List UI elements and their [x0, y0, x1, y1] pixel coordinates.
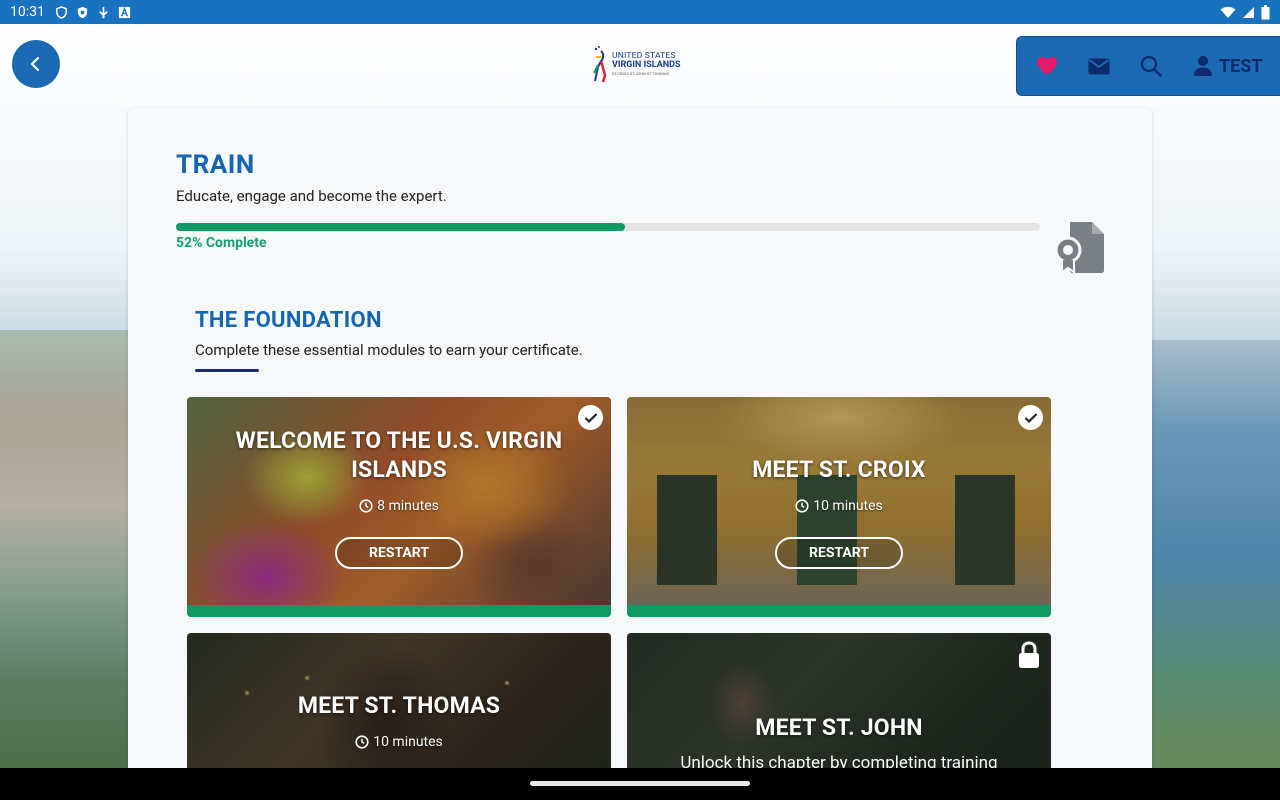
dancer-logo-icon — [593, 46, 607, 83]
completed-badge — [1018, 405, 1043, 430]
completed-badge — [578, 405, 603, 430]
progress-label: 52% Complete — [176, 235, 267, 251]
restart-button[interactable]: RESTART — [775, 537, 903, 569]
module-duration: 8 minutes — [187, 498, 611, 514]
module-title: WELCOME TO THE U.S. VIRGIN ISLANDS — [235, 427, 563, 483]
restart-button[interactable]: RESTART — [335, 537, 463, 569]
user-icon — [1194, 56, 1212, 76]
certificate-icon[interactable] — [1054, 220, 1106, 274]
locked-overlay — [627, 633, 1051, 768]
search-button[interactable] — [1139, 54, 1163, 78]
lock-icon — [1019, 641, 1039, 668]
checkmark-icon — [584, 412, 597, 423]
background-bay — [1152, 340, 1280, 768]
home-gesture-handle[interactable] — [530, 781, 750, 786]
background-hillside — [0, 330, 130, 768]
module-duration: 10 minutes — [627, 498, 1051, 514]
lock-message: Unlock this chapter by completing traini… — [680, 753, 998, 768]
page-subtitle: Educate, engage and become the expert. — [176, 187, 447, 205]
clock-icon — [795, 499, 809, 513]
user-account-button[interactable]: TEST — [1191, 54, 1263, 78]
module-card-st-john[interactable]: MEET ST. JOHN Unlock this chapter by com… — [627, 633, 1051, 768]
system-nav-bar — [0, 768, 1280, 800]
top-nav: TEST — [1016, 36, 1280, 96]
clock-icon — [359, 499, 373, 513]
status-time: 10:31 — [10, 4, 45, 20]
section-title: THE FOUNDATION — [195, 308, 382, 333]
completion-bar — [627, 605, 1051, 617]
usvi-logo: UNITED STATES VIRGIN ISLANDS ST.CROIX ST… — [592, 44, 692, 84]
battery-icon — [1261, 4, 1270, 19]
status-indicators — [1220, 4, 1270, 20]
section-subtitle: Complete these essential modules to earn… — [195, 341, 583, 359]
module-duration-text: 10 minutes — [373, 734, 443, 750]
module-title: MEET ST. JOHN — [755, 714, 923, 741]
cell-signal-icon — [1243, 6, 1254, 18]
logo-line-2: VIRGIN ISLANDS — [612, 59, 681, 70]
module-duration-text: 8 minutes — [377, 498, 439, 514]
module-title: MEET ST. CROIX — [752, 456, 926, 483]
status-bar: 10:31 — [0, 0, 1280, 24]
wifi-icon — [1220, 6, 1236, 18]
user-name-label: TEST — [1219, 55, 1263, 77]
module-card-welcome[interactable]: WELCOME TO THE U.S. VIRGIN ISLANDS 8 min… — [187, 397, 611, 617]
clock-icon — [355, 735, 369, 749]
messages-button[interactable] — [1087, 54, 1111, 78]
download-icon — [99, 6, 108, 18]
user-icon-wrap — [1191, 54, 1215, 78]
module-card-st-thomas[interactable]: MEET ST. THOMAS 10 minutes — [187, 633, 611, 768]
back-button[interactable] — [12, 40, 60, 88]
progress-bar — [176, 223, 1040, 231]
completion-bar — [187, 605, 611, 617]
progress-bar-fill — [176, 223, 626, 231]
chevron-left-icon — [30, 56, 40, 72]
heart-icon — [1037, 57, 1057, 75]
favorites-button[interactable] — [1035, 54, 1059, 78]
shield-icon — [55, 5, 67, 19]
module-duration: 10 minutes — [187, 734, 611, 750]
module-card-st-croix[interactable]: MEET ST. CROIX 10 minutes RESTART — [627, 397, 1051, 617]
mail-icon — [1088, 58, 1110, 74]
module-title: MEET ST. THOMAS — [297, 692, 501, 719]
module-duration-text: 10 minutes — [813, 498, 883, 514]
section-underline — [195, 369, 259, 372]
train-card: TRAIN Educate, engage and become the exp… — [128, 108, 1152, 768]
search-icon — [1140, 55, 1162, 77]
logo-line-3: ST.CROIX ST.JOHN ST.THOMAS — [612, 70, 669, 76]
font-icon — [118, 6, 130, 18]
page-title: TRAIN — [176, 150, 255, 180]
vpn-shield-icon — [77, 6, 88, 18]
checkmark-icon — [1024, 412, 1037, 423]
